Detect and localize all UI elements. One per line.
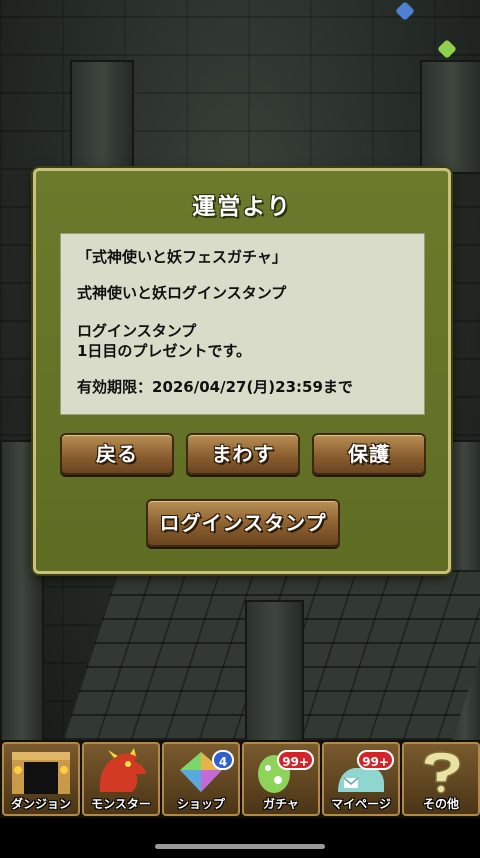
dialog-title: 運営より bbox=[192, 194, 292, 220]
nav-gacha[interactable]: 99+ ガチャ bbox=[242, 742, 320, 816]
protect-button[interactable]: 保護 bbox=[312, 433, 426, 475]
message-box: 「式神使いと妖フェスガチャ」 式神使いと妖ログインスタンプ ログインスタンプ 1… bbox=[60, 233, 425, 415]
dungeon-gate-icon bbox=[12, 752, 70, 794]
back-button[interactable]: 戻る bbox=[60, 433, 174, 475]
home-gesture-handle[interactable] bbox=[155, 844, 325, 849]
mypage-badge: 99+ bbox=[357, 750, 394, 770]
upper-left-pillar bbox=[70, 60, 134, 174]
nav-monster-label: モンスター bbox=[91, 797, 151, 811]
nav-gacha-label: ガチャ bbox=[263, 797, 299, 811]
notice-dialog: 運営より 「式神使いと妖フェスガチャ」 式神使いと妖ログインスタンプ ログインス… bbox=[33, 168, 451, 574]
login-stamp-button[interactable]: ログインスタンプ bbox=[146, 499, 340, 547]
red-dragon-icon bbox=[99, 748, 146, 792]
message-expiry: 有効期限：2026/04/27(月)23:59まで bbox=[77, 378, 353, 396]
nav-dungeon-label: ダンジョン bbox=[10, 797, 71, 811]
system-navigation-bar bbox=[0, 818, 480, 858]
nav-shop-label: ショップ bbox=[176, 797, 225, 811]
upper-right-pillar bbox=[420, 60, 480, 174]
nav-mypage[interactable]: 99+ マイページ bbox=[322, 742, 400, 816]
message-present-day: 1日目のプレゼントです。 bbox=[77, 342, 251, 360]
shop-badge: 4 bbox=[212, 750, 234, 770]
nav-other[interactable]: その他 bbox=[402, 742, 480, 816]
bottom-navigation: ダンジョン モンスター 4 ショップ 99+ ガチャ 99+ マイページ その他 bbox=[0, 740, 480, 818]
gacha-badge: 99+ bbox=[277, 750, 314, 770]
message-stamp-label: ログインスタンプ bbox=[77, 322, 197, 340]
nav-other-label: その他 bbox=[422, 797, 459, 811]
nav-mypage-label: マイページ bbox=[331, 797, 391, 811]
nav-dungeon[interactable]: ダンジョン bbox=[2, 742, 80, 816]
question-mark-icon bbox=[423, 751, 461, 794]
center-stone-pillar bbox=[245, 600, 304, 740]
send-button[interactable]: まわす bbox=[186, 433, 300, 475]
message-stamp-title: 式神使いと妖ログインスタンプ bbox=[77, 284, 287, 302]
message-event-name: 「式神使いと妖フェスガチャ」 bbox=[77, 248, 287, 266]
nav-monster[interactable]: モンスター bbox=[82, 742, 160, 816]
nav-shop[interactable]: 4 ショップ bbox=[162, 742, 240, 816]
